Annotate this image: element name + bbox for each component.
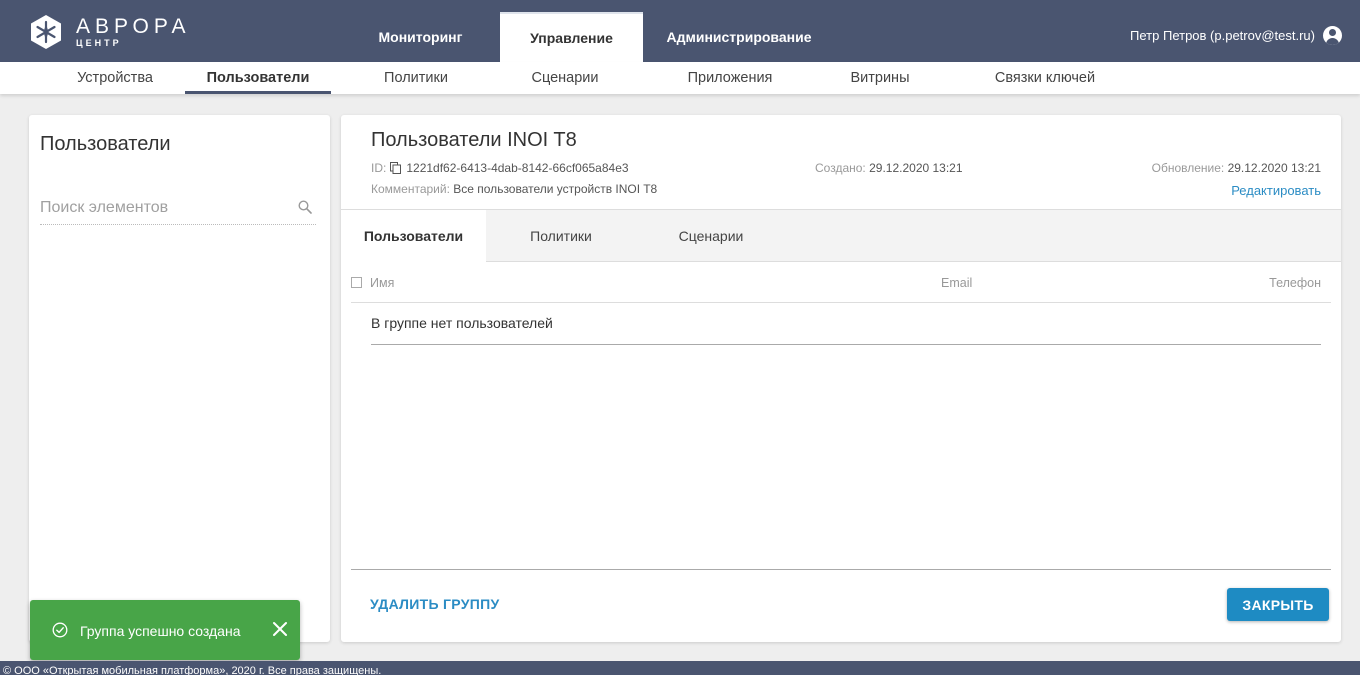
- tab-users[interactable]: Пользователи: [341, 210, 486, 263]
- comment-label: Комментарий:: [371, 182, 450, 196]
- panel-title: Пользователи: [40, 133, 171, 155]
- tab-scenarios[interactable]: Сценарии: [636, 210, 786, 262]
- updated-value: 29.12.2020 13:21: [1227, 161, 1321, 175]
- sub-nav: Устройства Пользователи Политики Сценари…: [0, 62, 1360, 94]
- tab-administration[interactable]: Администрирование: [643, 12, 835, 62]
- active-subnav-indicator: [185, 91, 331, 94]
- main-nav: Мониторинг Управление Администрирование: [341, 12, 835, 62]
- updated-date: Обновление: 29.12.2020 13:21: [1152, 161, 1321, 175]
- search-input[interactable]: [40, 195, 280, 221]
- copy-icon[interactable]: [390, 162, 402, 174]
- subnav-item-apps[interactable]: Приложения: [655, 62, 805, 94]
- search-icon[interactable]: [298, 200, 312, 214]
- comment-value: Все пользователи устройств INOI T8: [453, 182, 658, 196]
- subnav-item-devices[interactable]: Устройства: [40, 62, 190, 94]
- close-icon[interactable]: [268, 617, 292, 641]
- subnav-item-users[interactable]: Пользователи: [185, 62, 331, 94]
- users-list-panel: Пользователи: [29, 115, 330, 642]
- subnav-item-scenarios[interactable]: Сценарии: [490, 62, 640, 94]
- detail-tabs: Пользователи Политики Сценарии: [341, 209, 1341, 263]
- group-title: Пользователи INOI T8: [371, 129, 577, 151]
- close-button[interactable]: ЗАКРЫТЬ: [1227, 588, 1329, 621]
- select-all-checkbox[interactable]: [351, 277, 362, 288]
- updated-label: Обновление:: [1151, 161, 1225, 175]
- users-table-header: Имя Email Телефон: [351, 273, 1331, 303]
- logo-subtitle: ЦЕНТР: [76, 38, 122, 48]
- group-comment: Комментарий: Все пользователи устройств …: [371, 182, 657, 196]
- tab-management[interactable]: Управление: [500, 12, 643, 62]
- created-date: Создано: 29.12.2020 13:21: [815, 161, 963, 175]
- delete-group-button[interactable]: УДАЛИТЬ ГРУППУ: [370, 596, 499, 612]
- search-box: [40, 195, 316, 225]
- divider: [351, 569, 1331, 570]
- id-value: 1221df62-6413-4dab-8142-66cf065a84e3: [406, 161, 629, 175]
- user-menu[interactable]: Петр Петров (p.petrov@test.ru): [1130, 26, 1342, 45]
- column-email[interactable]: Email: [941, 276, 972, 290]
- group-id: ID: 1221df62-6413-4dab-8142-66cf065a84e3: [371, 161, 629, 175]
- subnav-item-keychains[interactable]: Связки ключей: [960, 62, 1130, 94]
- logo-title: АВРОРА: [76, 15, 191, 38]
- app-logo[interactable]: АВРОРА ЦЕНТР: [28, 14, 191, 50]
- subnav-item-policies[interactable]: Политики: [341, 62, 491, 94]
- empty-table-message: В группе нет пользователей: [371, 307, 1321, 345]
- tab-monitoring[interactable]: Мониторинг: [341, 12, 500, 62]
- check-circle-icon: [52, 622, 68, 638]
- page-footer: © ООО «Открытая мобильная платформа», 20…: [0, 661, 1360, 675]
- edit-link[interactable]: Редактировать: [1231, 183, 1321, 198]
- created-value: 29.12.2020 13:21: [869, 161, 963, 175]
- created-label: Создано:: [815, 161, 866, 175]
- user-circle-icon[interactable]: [1323, 26, 1342, 45]
- column-name[interactable]: Имя: [370, 276, 394, 290]
- user-name: Петр Петров (p.petrov@test.ru): [1130, 28, 1315, 43]
- aurora-logo-icon: [28, 14, 64, 50]
- column-phone[interactable]: Телефон: [1269, 276, 1321, 290]
- toast-message: Группа успешно создана: [80, 623, 241, 639]
- id-label: ID:: [371, 161, 387, 175]
- tab-policies[interactable]: Политики: [486, 210, 636, 262]
- top-bar: АВРОРА ЦЕНТР Мониторинг Управление Админ…: [0, 0, 1360, 62]
- success-toast: Группа успешно создана: [30, 600, 300, 660]
- group-details-panel: Пользователи INOI T8 ID: 1221df62-6413-4…: [341, 115, 1341, 642]
- subnav-item-storefronts[interactable]: Витрины: [805, 62, 955, 94]
